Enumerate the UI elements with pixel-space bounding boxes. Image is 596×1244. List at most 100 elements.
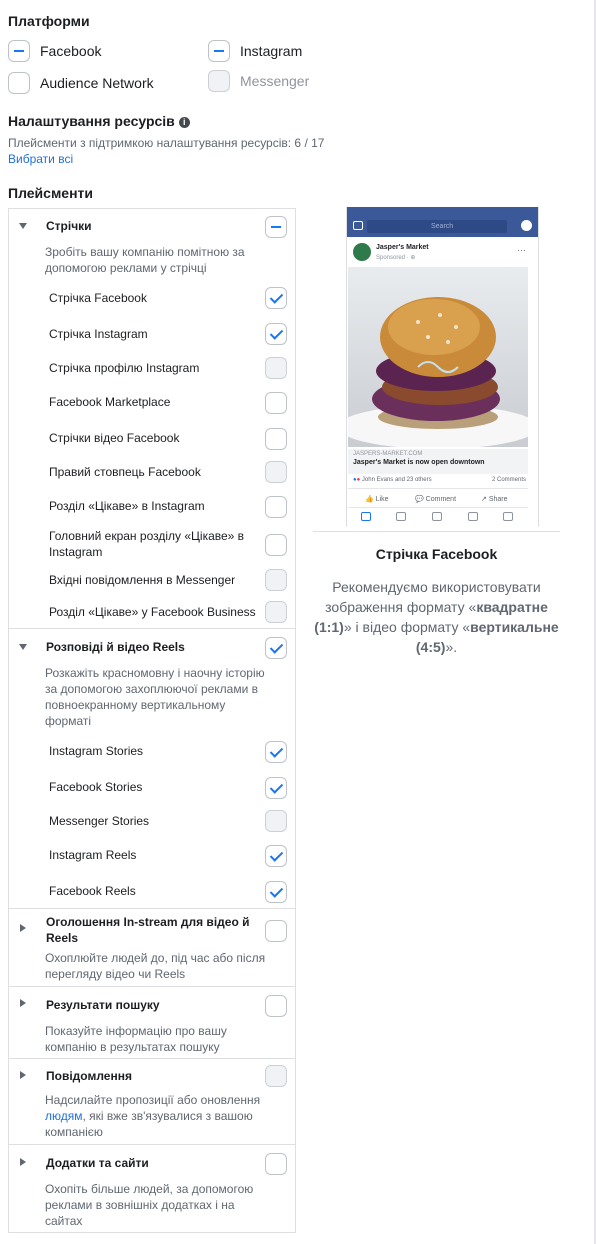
- placement-item-checkbox: [265, 357, 287, 379]
- placement-item-checkbox[interactable]: [265, 392, 287, 414]
- section-instream-checkbox[interactable]: [265, 920, 287, 942]
- chevron-right-icon[interactable]: [20, 1071, 26, 1079]
- section-divider: [9, 1058, 295, 1059]
- messenger-icon: [521, 220, 532, 231]
- post-domain: JASPERS-MARKET.COM: [353, 451, 423, 457]
- placement-item-label: Instagram Reels: [49, 848, 137, 862]
- fb-search-bar: Search: [367, 220, 507, 233]
- section-divider: [9, 986, 295, 987]
- section-messages-title: Повідомлення: [46, 1069, 132, 1083]
- nav-divider: [348, 507, 528, 508]
- info-icon[interactable]: i: [178, 117, 190, 128]
- chevron-right-icon[interactable]: [20, 924, 26, 932]
- like-label: Like: [375, 496, 389, 503]
- section-apps-description: Охопіть більше людей, за допомогою рекла…: [45, 1182, 254, 1228]
- placement-item-label: Instagram Stories: [49, 744, 144, 758]
- platform-instagram-label: Instagram: [240, 43, 303, 59]
- section-feeds-description: Зробіть вашу компанію помітною за допомо…: [45, 245, 245, 275]
- preview-description: Рекомендуємо використовувати зображення …: [313, 577, 560, 657]
- section-apps-checkbox[interactable]: [265, 1153, 287, 1175]
- placement-item-label: Розділ «Цікаве» в Instagram: [49, 499, 205, 513]
- section-apps-title: Додатки та сайти: [46, 1156, 149, 1170]
- post-headline: Jasper's Market is now open downtown: [353, 459, 485, 466]
- preview-desc-3: ».: [445, 639, 458, 655]
- placement-item-checkbox: [265, 569, 287, 591]
- messages-desc-text: Надсилайте пропозиції або оновлення: [45, 1093, 261, 1107]
- section-divider: [9, 1144, 295, 1145]
- avatar: [353, 243, 371, 261]
- placement-item-label: Messenger Stories: [49, 814, 150, 828]
- comment-label: Comment: [425, 496, 457, 503]
- share-action: ↗ Share: [481, 496, 508, 503]
- platform-instagram-checkbox[interactable]: [208, 40, 230, 62]
- comment-action: 💬 Comment: [415, 496, 457, 503]
- section-search-checkbox[interactable]: [265, 995, 287, 1017]
- asset-customization-title: Налаштування ресурсів i: [8, 113, 190, 129]
- placement-item-checkbox[interactable]: [265, 534, 287, 556]
- placement-item-checkbox[interactable]: [265, 741, 287, 763]
- chevron-down-icon[interactable]: [19, 223, 27, 229]
- placement-item-checkbox[interactable]: [265, 845, 287, 867]
- placement-item-label: Facebook Reels: [49, 884, 136, 898]
- chevron-right-icon[interactable]: [20, 1158, 26, 1166]
- post-comments-count: 2 Comments: [491, 477, 526, 483]
- placement-item-label: Вхідні повідомлення в Messenger: [49, 573, 236, 587]
- preview-divider: [313, 531, 560, 532]
- post-page-name: Jasper's Market: [376, 244, 429, 251]
- placement-item-label: Правий стовпець Facebook: [49, 465, 201, 479]
- platform-audience-network-checkbox[interactable]: [8, 72, 30, 94]
- section-messages-description: Надсилайте пропозиції або оновлення людя…: [45, 1092, 270, 1140]
- placement-item-checkbox[interactable]: [265, 323, 287, 345]
- placement-item-checkbox: [265, 810, 287, 832]
- placement-item-checkbox[interactable]: [265, 496, 287, 518]
- share-label: Share: [488, 496, 508, 503]
- home-icon: [361, 512, 371, 521]
- preview-desc-2: » і відео формату «: [343, 619, 471, 635]
- placement-item-checkbox: [265, 461, 287, 483]
- platform-messenger-checkbox: [208, 70, 230, 92]
- ad-preview-mockup: Search Jasper's Market Sponsored · ⊕ ···: [346, 207, 539, 527]
- asset-customization-title-text: Налаштування ресурсів: [8, 113, 175, 129]
- video-icon: [396, 512, 406, 521]
- placement-item-label: Facebook Stories: [49, 780, 143, 794]
- placement-item-checkbox: [265, 601, 287, 623]
- platform-audience-network-label: Audience Network: [40, 75, 154, 91]
- platform-facebook-checkbox[interactable]: [8, 40, 30, 62]
- select-all-link[interactable]: Вибрати всі: [8, 152, 73, 166]
- placement-item-label: Головний екран розділу «Цікаве» в Instag…: [49, 529, 245, 559]
- like-action: 👍 Like: [365, 496, 389, 503]
- section-divider: [9, 628, 295, 629]
- platforms-title: Платформи: [8, 13, 90, 29]
- placement-item-label: Стрічка профілю Instagram: [49, 361, 200, 375]
- platform-messenger-label: Messenger: [240, 73, 310, 89]
- placement-item-checkbox[interactable]: [265, 777, 287, 799]
- section-search-description: Показуйте інформацію про вашу компанію в…: [45, 1024, 227, 1054]
- section-instream-title: Оголошення In-stream для відео й Reels: [46, 915, 250, 945]
- menu-icon: [503, 512, 513, 521]
- section-instream-description: Охоплюйте людей до, під час або після пе…: [45, 951, 266, 981]
- chevron-right-icon[interactable]: [20, 999, 26, 1007]
- chevron-down-icon[interactable]: [19, 644, 27, 650]
- post-sponsored: Sponsored · ⊕: [376, 255, 416, 261]
- section-search-title: Результати пошуку: [46, 998, 160, 1012]
- section-messages-checkbox: [265, 1065, 287, 1087]
- preview-title: Стрічка Facebook: [375, 546, 498, 562]
- section-feeds-checkbox[interactable]: [265, 216, 287, 238]
- bell-icon: [468, 512, 478, 521]
- post-reactions: ●● John Evans and 23 others: [353, 477, 432, 483]
- people-link[interactable]: людям: [45, 1109, 83, 1123]
- placement-item-label: Facebook Marketplace: [49, 395, 171, 409]
- asset-customization-subtitle: Плейсменти з підтримкою налаштування рес…: [8, 136, 325, 150]
- section-divider: [9, 908, 295, 909]
- camera-icon: [353, 221, 363, 230]
- reactions-text: John Evans and 23 others: [361, 477, 432, 483]
- marketplace-icon: [432, 512, 442, 521]
- section-stories-description: Розкажіть красномовну і наочну історію з…: [45, 666, 265, 728]
- section-stories-title: Розповіді й відео Reels: [46, 640, 185, 654]
- post-menu-icon: ···: [517, 245, 526, 255]
- placement-item-checkbox[interactable]: [265, 428, 287, 450]
- placement-item-checkbox[interactable]: [265, 287, 287, 309]
- placement-item-checkbox[interactable]: [265, 881, 287, 903]
- placement-item-label: Стрічка Instagram: [49, 327, 148, 341]
- section-stories-checkbox[interactable]: [265, 637, 287, 659]
